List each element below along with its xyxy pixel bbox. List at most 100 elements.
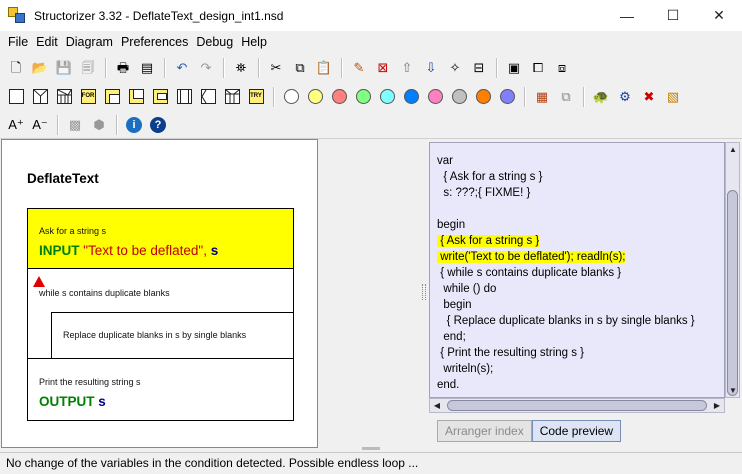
delete-element-button[interactable]: ⊠ — [372, 57, 394, 79]
executor-button[interactable]: ⚙ — [614, 86, 636, 108]
jump-icon — [200, 89, 216, 104]
collapse-icon: ▣ — [507, 60, 521, 75]
draw-mode-button[interactable]: ▩ — [64, 114, 86, 136]
while-element[interactable]: while s contains duplicate blanks Replac… — [28, 269, 293, 359]
save-as-button[interactable]: 🗐 — [77, 57, 99, 79]
color-button-10[interactable] — [496, 86, 518, 108]
export-picture-button[interactable]: ▤ — [136, 57, 158, 79]
color-button-6[interactable] — [400, 86, 422, 108]
color-button-7[interactable] — [424, 86, 446, 108]
expand-button[interactable]: ⧠ — [527, 57, 549, 79]
font-decrease-icon: A⁻ — [32, 117, 48, 132]
close-button[interactable]: ✕ — [696, 0, 742, 31]
move-down-button[interactable]: ⇩ — [420, 57, 442, 79]
breakpoint-button[interactable]: ✖ — [638, 86, 660, 108]
edit-element-button[interactable]: ✎ — [348, 57, 370, 79]
diagram-canvas[interactable]: DeflateText Ask for a string s INPUT "Te… — [1, 139, 318, 448]
collapse-button[interactable]: ▣ — [503, 57, 525, 79]
tab-arranger-index[interactable]: Arranger index — [437, 420, 532, 442]
color-button-8[interactable] — [448, 86, 470, 108]
outsource-button[interactable]: ⊟ — [468, 57, 490, 79]
code-preview-text[interactable]: var { Ask for a string s } s: ???;{ FIXM… — [429, 142, 725, 398]
redo-button[interactable]: ↷ — [195, 57, 217, 79]
analyser-button[interactable]: ▦ — [531, 86, 553, 108]
menu-help[interactable]: Help — [237, 35, 271, 49]
add-for-button[interactable]: FOR — [77, 86, 99, 108]
menu-edit[interactable]: Edit — [32, 35, 62, 49]
arranger-button[interactable]: ⧉ — [555, 86, 577, 108]
paste-button[interactable]: 📋 — [313, 57, 335, 79]
vertical-scroll-thumb[interactable] — [727, 190, 738, 396]
scroll-down-icon[interactable]: ▼ — [726, 386, 740, 395]
undo-button[interactable]: ↶ — [171, 57, 193, 79]
horizontal-scrollbar[interactable]: ◀ ▶ — [429, 398, 725, 413]
color-swatch-icon — [379, 89, 395, 104]
scroll-right-icon[interactable]: ▶ — [710, 401, 724, 410]
minimize-button[interactable]: — — [604, 0, 650, 31]
save-button[interactable]: 💾 — [53, 57, 75, 79]
open-file-button[interactable]: 📂 — [29, 57, 51, 79]
copy-button[interactable]: ⧉ — [289, 57, 311, 79]
color-button-3[interactable] — [328, 86, 350, 108]
add-jump-button[interactable] — [197, 86, 219, 108]
font-up-button[interactable]: A⁺ — [5, 114, 27, 136]
add-try-button[interactable]: TRY — [245, 86, 267, 108]
add-instruction-button[interactable] — [5, 86, 27, 108]
color-button-1[interactable] — [280, 86, 302, 108]
menu-diagram[interactable]: Diagram — [62, 35, 117, 49]
input-element[interactable]: Ask for a string s INPUT "Text to be def… — [28, 209, 293, 269]
add-case-button[interactable] — [53, 86, 75, 108]
print-icon: 🖶 — [116, 60, 130, 75]
input-separator: , — [203, 243, 207, 258]
menu-preferences[interactable]: Preferences — [117, 35, 192, 49]
transmute-button[interactable]: ✧ — [444, 57, 466, 79]
vertical-scrollbar[interactable]: ▲ ▼ — [725, 142, 740, 398]
scroll-left-icon[interactable]: ◀ — [430, 401, 444, 410]
horizontal-scroll-thumb[interactable] — [447, 400, 707, 411]
move-up-button[interactable]: ⇧ — [396, 57, 418, 79]
save-icon: 💾 — [55, 60, 73, 75]
pane-splitter[interactable] — [419, 139, 429, 448]
color-button-9[interactable] — [472, 86, 494, 108]
comments-toggle-button[interactable]: ⬢ — [88, 114, 110, 136]
disable-button[interactable]: ⧈ — [551, 57, 573, 79]
nsd-diagram: Ask for a string s INPUT "Text to be def… — [27, 208, 294, 421]
horizontal-splitter-grip[interactable] — [362, 447, 380, 450]
add-parallel-button[interactable] — [221, 86, 243, 108]
new-file-button[interactable]: 🗋 — [5, 57, 27, 79]
about-button[interactable]: i — [123, 114, 145, 136]
while-body-element[interactable]: Replace duplicate blanks in s by single … — [51, 312, 293, 359]
input-keyword: INPUT — [39, 243, 80, 258]
cut-button[interactable]: ✂ — [265, 57, 287, 79]
add-call-button[interactable] — [173, 86, 195, 108]
scroll-up-icon[interactable]: ▲ — [726, 145, 740, 154]
color-button-2[interactable] — [304, 86, 326, 108]
menu-debug[interactable]: Debug — [192, 35, 237, 49]
font-down-button[interactable]: A⁻ — [29, 114, 51, 136]
color-swatch-icon — [475, 89, 491, 104]
print-button[interactable]: 🖶 — [112, 57, 134, 79]
font-increase-icon: A⁺ — [8, 117, 24, 132]
maximize-button[interactable]: ☐ — [650, 0, 696, 31]
unbreak-button[interactable]: ▧ — [662, 86, 684, 108]
delete-icon: ⊠ — [377, 60, 389, 75]
color-button-5[interactable] — [376, 86, 398, 108]
find-button[interactable]: ⛯ — [230, 57, 252, 79]
add-repeat-button[interactable] — [125, 86, 147, 108]
code-line: begin — [437, 217, 465, 233]
diagram-title[interactable]: DeflateText — [27, 171, 99, 186]
help-button[interactable]: ? — [147, 114, 169, 136]
turtleizer-button[interactable]: 🐢 — [590, 86, 612, 108]
add-while-button[interactable] — [101, 86, 123, 108]
element-toolbar: FOR TRY ▦ ⧉ 🐢 ⚙ ✖ ▧ — [0, 83, 685, 110]
input-string: "Text to be deflated" — [83, 243, 204, 258]
output-element[interactable]: Print the resulting string s OUTPUT s — [28, 359, 293, 420]
color-swatch-icon — [427, 89, 443, 104]
tab-code-preview[interactable]: Code preview — [531, 420, 622, 442]
menu-file[interactable]: File — [4, 35, 32, 49]
add-forever-button[interactable] — [149, 86, 171, 108]
window-title: Structorizer 3.32 - DeflateText_design_i… — [34, 8, 284, 23]
color-button-4[interactable] — [352, 86, 374, 108]
add-alternative-button[interactable] — [29, 86, 51, 108]
arranger-icon: ⧉ — [561, 89, 571, 104]
